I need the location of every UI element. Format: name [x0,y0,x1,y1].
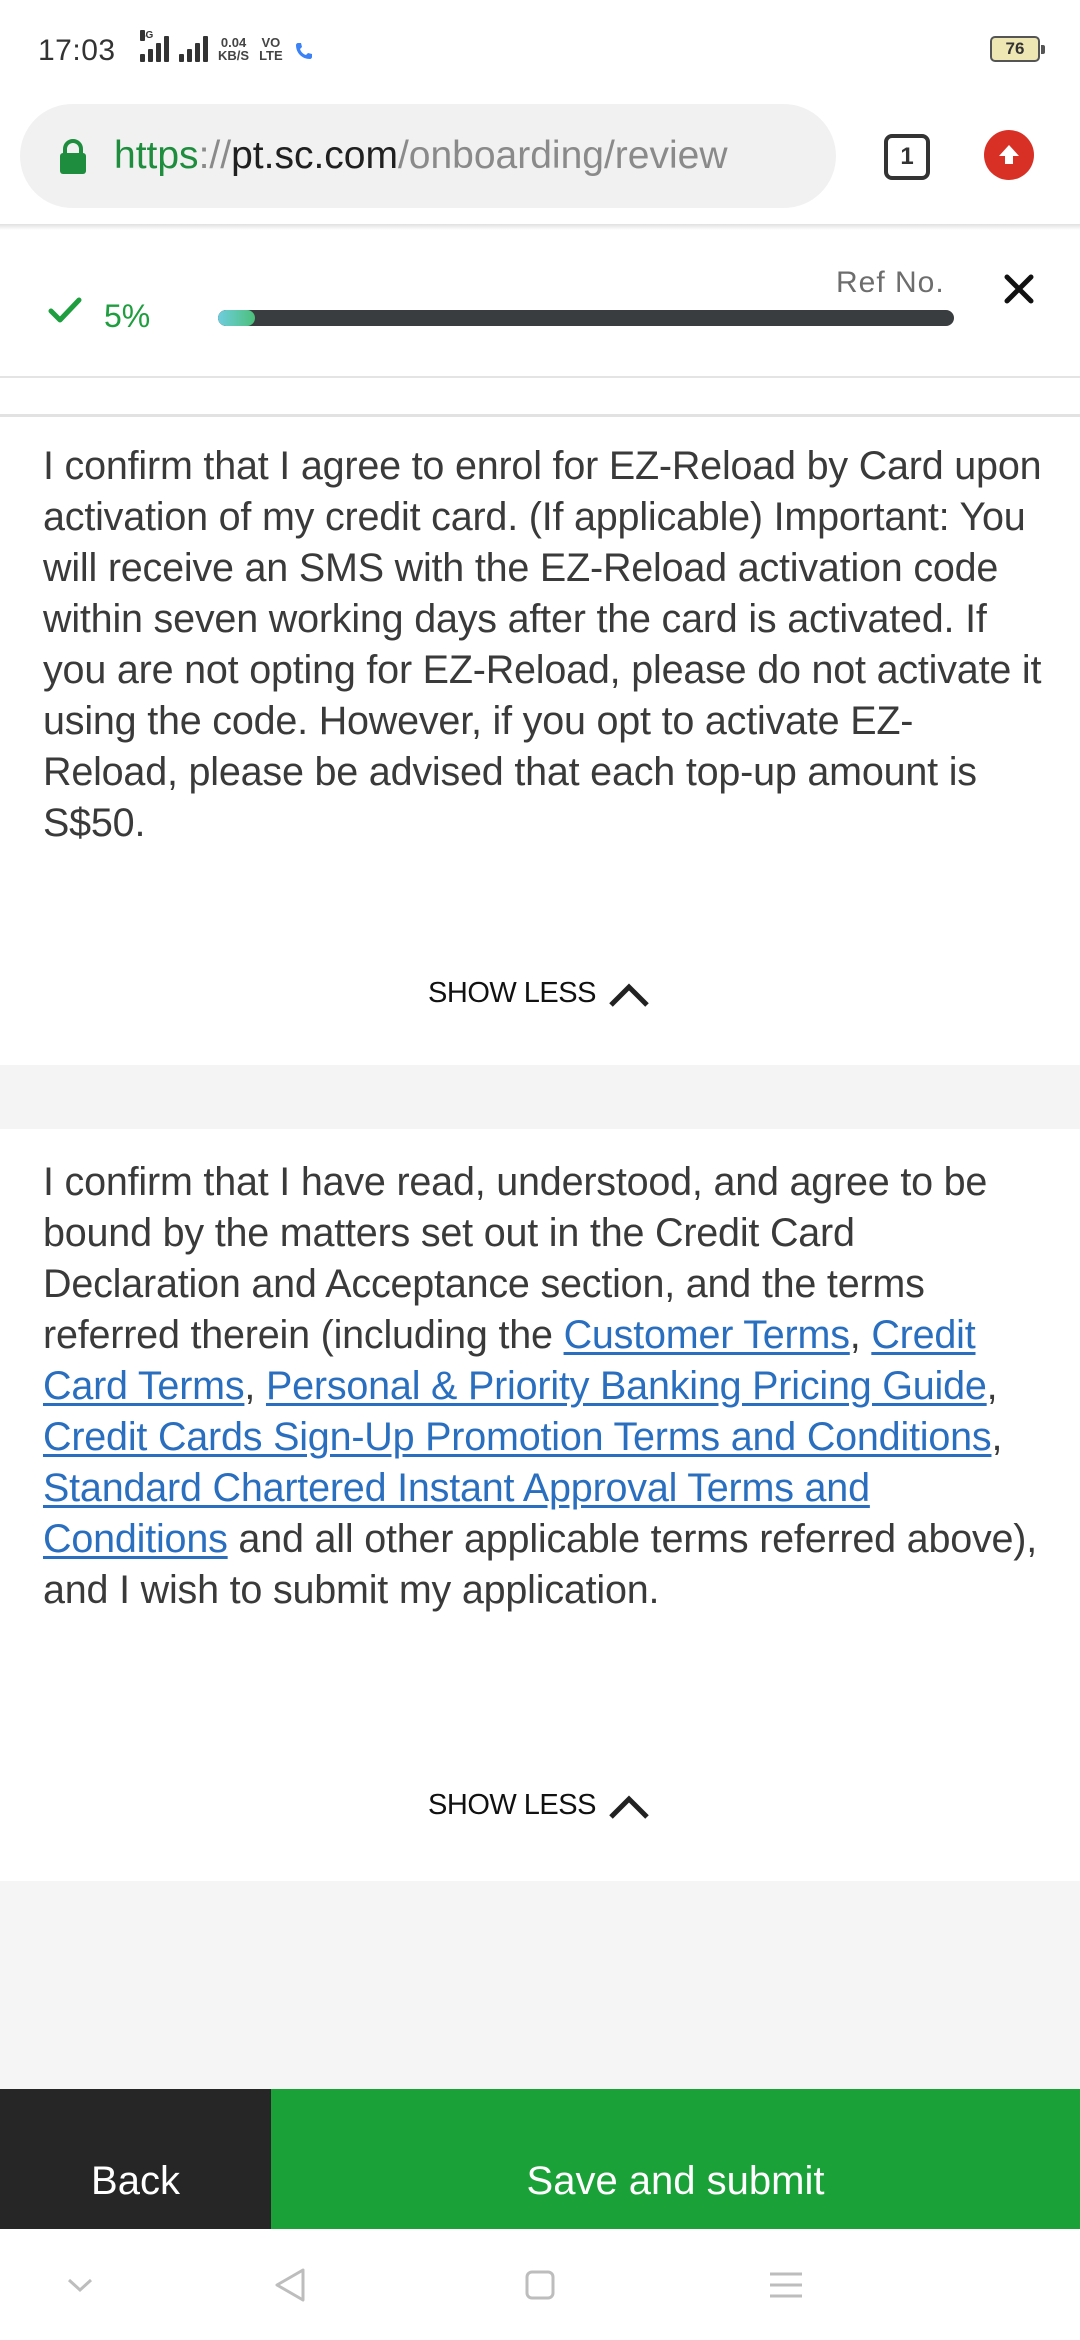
battery-indicator: 76 [990,36,1045,62]
signal-icon [179,34,208,62]
link-signup-promotion-terms[interactable]: Credit Cards Sign-Up Promotion Terms and… [43,1415,992,1459]
action-bar: Back Save and submit [0,2089,1080,2229]
link-separator: , [849,1313,872,1357]
progress-bar-fill [218,310,255,326]
link-separator: , [991,1415,1003,1459]
chevron-up-icon [606,1791,652,1821]
url-path: /onboarding/review [397,134,728,177]
network-speed-unit: KB/S [218,48,250,63]
lock-icon [58,136,92,176]
status-bar: 17:03 4G 0.04 KB/S VO LTE 76 [0,0,1080,100]
phone-call-icon [293,40,315,62]
empty-area [0,1881,1080,2089]
chevron-down-icon[interactable] [60,2265,100,2305]
status-signal-group: 4G 0.04 KB/S VO LTE [140,30,315,62]
section-separator [0,1065,1080,1129]
network-speed: 0.04 KB/S [218,36,249,62]
progress-bar [218,310,954,326]
link-separator: , [986,1364,998,1408]
system-nav-bar [0,2229,1080,2340]
progress-percent: 5% [104,298,151,334]
signal-4g-icon: 4G [140,30,169,62]
declaration-terms: I confirm that I have read, understood, … [0,1129,1080,1881]
address-bar[interactable]: https://pt.sc.com/onboarding/review [20,104,836,208]
link-customer-terms[interactable]: Customer Terms [564,1313,850,1357]
url-text: https://pt.sc.com/onboarding/review [114,134,728,178]
url-host: pt.sc.com [231,134,398,177]
declaration-text: I confirm that I have read, understood, … [43,1157,1043,1616]
show-less-label: SHOW LESS [428,977,596,1009]
status-time: 17:03 [38,34,116,67]
menu-lines-icon[interactable] [766,2265,806,2305]
declaration-ez-reload: I confirm that I agree to enrol for EZ-R… [0,417,1080,1065]
url-separator: :// [198,134,232,177]
link-pricing-guide[interactable]: Personal & Priority Banking Pricing Guid… [266,1364,987,1408]
tab-switcher-button[interactable]: 1 [884,134,930,180]
close-icon[interactable] [1002,272,1036,306]
network-type-label: 4G [140,30,154,41]
link-separator: , [244,1364,266,1408]
back-button[interactable]: Back [0,2089,271,2229]
volte-indicator: VO LTE [259,36,283,62]
ref-number-label: Ref No. [836,266,945,299]
show-less-button[interactable]: SHOW LESS [0,1789,1080,1822]
chevron-up-icon [606,979,652,1009]
volte-bottom-label: LTE [259,48,283,63]
save-and-submit-button[interactable]: Save and submit [271,2089,1080,2229]
declaration-text: I confirm that I agree to enrol for EZ-R… [43,444,1042,845]
home-square-icon[interactable] [520,2265,560,2305]
back-triangle-icon[interactable] [270,2265,310,2305]
url-scheme: https [114,134,199,177]
show-less-label: SHOW LESS [428,1789,596,1821]
progress-header: 5% Ref No. [0,230,1080,378]
show-less-button[interactable]: SHOW LESS [0,977,1080,1010]
update-arrow-icon[interactable] [984,130,1034,180]
check-icon [48,296,82,326]
browser-toolbar: https://pt.sc.com/onboarding/review 1 [0,100,1080,228]
